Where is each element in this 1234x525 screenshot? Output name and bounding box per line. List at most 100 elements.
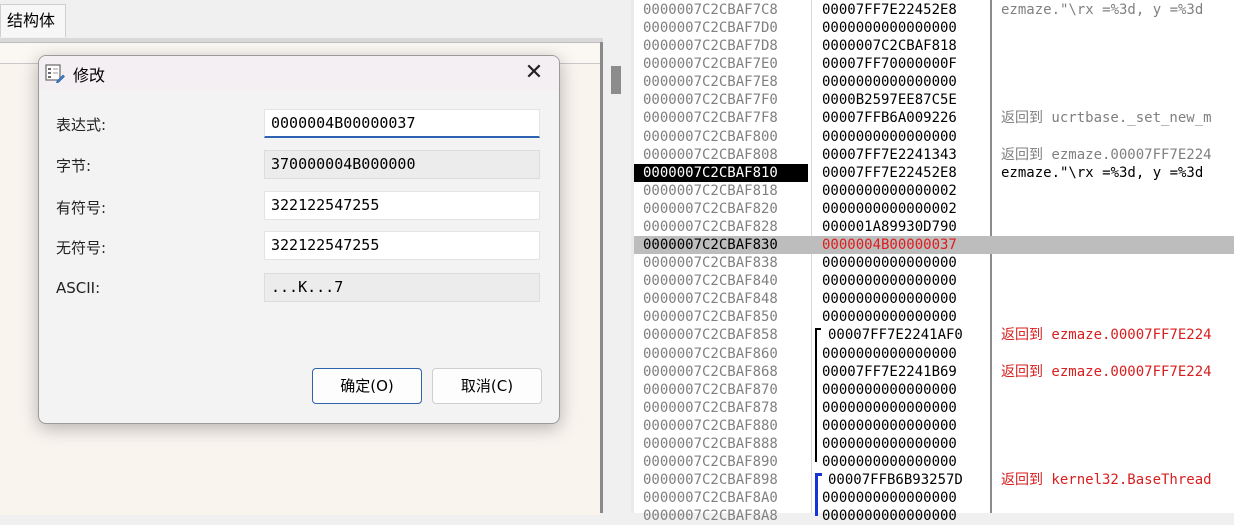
stack-address: 0000007C2CBAF850 <box>643 309 778 326</box>
stack-row[interactable]: 0000007C2CBAF840 0000000000000000 <box>634 272 1234 290</box>
signed-label: 有符号: <box>56 199 107 217</box>
stack-row[interactable]: 0000007C2CBAF830 0000004B00000037 <box>634 236 1234 255</box>
tab-struct[interactable]: 结构体 <box>0 4 67 37</box>
stack-value: 0000000000000000 <box>822 128 957 145</box>
stack-value: 0000000000000002 <box>822 182 957 199</box>
stack-address: 0000007C2CBAF7D0 <box>643 20 778 37</box>
stack-address: 0000007C2CBAF808 <box>643 146 778 163</box>
stack-comment: 返回到 ezmaze.00007FF7E224 <box>1001 363 1212 380</box>
stack-value: 00007FF7E2241AF0 <box>828 327 963 344</box>
stack-comment: 返回到 kernel32.BaseThread <box>1001 472 1212 489</box>
stack-comment: ezmaze."\rx =%3d, y =%3d <box>1001 164 1204 181</box>
stack-row[interactable]: 0000007C2CBAF7E0 00007FF70000000F <box>634 55 1234 73</box>
stack-address: 0000007C2CBAF7C8 <box>643 2 778 18</box>
unsigned-input[interactable]: 322122547255 <box>264 231 540 260</box>
stack-row[interactable]: 0000007C2CBAF7D8 0000007C2CBAF818 <box>634 37 1234 55</box>
stack-address: 0000007C2CBAF7E0 <box>643 56 778 73</box>
stack-row[interactable]: 0000007C2CBAF890 0000000000000000 <box>634 453 1234 471</box>
unsigned-label: 无符号: <box>56 239 107 257</box>
stack-row[interactable]: 0000007C2CBAF898 00007FFB6B93257D 返回到 kern… <box>634 471 1234 489</box>
stack-row[interactable]: 0000007C2CBAF858 00007FF7E2241AF0 返回到 ezma… <box>634 326 1234 344</box>
call-frame-bracket-black <box>815 328 821 462</box>
stack-value: 0000000000000000 <box>822 399 957 416</box>
stack-row[interactable]: 0000007C2CBAF800 0000000000000000 <box>634 128 1234 146</box>
stack-value: 000001A89930D790 <box>822 218 957 235</box>
stack-address: 0000007C2CBAF898 <box>643 472 778 489</box>
stack-address: 0000007C2CBAF7E8 <box>643 74 778 91</box>
stack-row[interactable]: 0000007C2CBAF7F8 00007FFB6A009226 返回到 ucrt… <box>634 109 1234 127</box>
stack-address: 0000007C2CBAF820 <box>643 200 778 217</box>
bytes-field: 370000004B000000 <box>264 150 540 179</box>
stack-comment: ezmaze."\rx =%3d, y =%3d <box>1001 2 1204 18</box>
stack-address: 0000007C2CBAF870 <box>643 381 778 398</box>
stack-row[interactable]: 0000007C2CBAF810 00007FF7E22452E8 ezmaze."… <box>634 163 1234 182</box>
stack-value: 0000000000000000 <box>822 345 957 362</box>
ascii-field: ...K...7 <box>264 273 540 302</box>
cancel-button[interactable]: 取消(C) <box>432 368 542 404</box>
stack-address: 0000007C2CBAF858 <box>643 327 778 344</box>
stack-address: 0000007C2CBAF818 <box>643 182 778 199</box>
stack-row[interactable]: 0000007C2CBAF850 0000000000000000 <box>634 308 1234 326</box>
stack-row[interactable]: 0000007C2CBAF860 0000000000000000 <box>634 345 1234 363</box>
stack-address: 0000007C2CBAF7F8 <box>643 110 778 127</box>
stack-value: 0000000000000000 <box>822 291 957 308</box>
ok-button[interactable]: 确定(O) <box>312 368 422 404</box>
stack-address: 0000007C2CBAF7D8 <box>643 38 778 55</box>
stack-value: 00007FF7E2241B69 <box>822 363 957 380</box>
stack-row[interactable]: 0000007C2CBAF8A8 0000000000000000 <box>634 507 1234 525</box>
expression-label: 表达式: <box>56 116 107 134</box>
stack-value: 0000000000000000 <box>822 74 957 91</box>
close-icon[interactable]: ✕ <box>517 59 551 87</box>
dialog-title: 修改 <box>73 66 106 85</box>
stack-address: 0000007C2CBAF868 <box>643 363 778 380</box>
stack-row[interactable]: 0000007C2CBAF7F0 0000B2597EE87C5E <box>634 91 1234 109</box>
signed-input[interactable]: 322122547255 <box>264 191 540 220</box>
stack-row[interactable]: 0000007C2CBAF7D0 0000000000000000 <box>634 19 1234 37</box>
stack-address: 0000007C2CBAF830 <box>643 237 778 254</box>
stack-row[interactable]: 0000007C2CBAF7E8 0000000000000000 <box>634 73 1234 91</box>
stack-row[interactable]: 0000007C2CBAF818 0000000000000002 <box>634 182 1234 200</box>
stack-row[interactable]: 0000007C2CBAF820 0000000000000002 <box>634 200 1234 218</box>
stack-row[interactable]: 0000007C2CBAF880 0000000000000000 <box>634 417 1234 435</box>
stack-row[interactable]: 0000007C2CBAF868 00007FF7E2241B69 返回到 ezma… <box>634 363 1234 381</box>
stack-value: 00007FFB6A009226 <box>822 110 957 127</box>
stack-row[interactable]: 0000007C2CBAF888 0000000000000000 <box>634 435 1234 453</box>
stack-value: 0000B2597EE87C5E <box>822 92 957 109</box>
stack-value: 0000000000000000 <box>822 490 957 507</box>
stack-address: 0000007C2CBAF838 <box>643 255 778 272</box>
stack-comment: 返回到 ezmaze.00007FF7E224 <box>1001 146 1212 163</box>
stack-comment: 返回到 ucrtbase._set_new_m <box>1001 110 1212 127</box>
stack-scrollbar[interactable] <box>603 0 632 513</box>
stack-value: 00007FF7E22452E8 <box>822 2 957 18</box>
stack-row[interactable]: 0000007C2CBAF8A0 0000000000000000 <box>634 489 1234 507</box>
stack-value: 0000004B00000037 <box>822 237 957 254</box>
stack-value: 00007FFB6B93257D <box>828 472 963 489</box>
stack-panel: 0000007C2CBAF7C8 00007FF7E22452E8 ezmaze."… <box>603 0 1234 524</box>
stack-value: 0000000000000000 <box>822 417 957 434</box>
stack-address: 0000007C2CBAF840 <box>643 273 778 290</box>
dialog-titlebar[interactable]: 修改 ✕ <box>39 56 559 90</box>
edit-form-icon <box>45 64 65 83</box>
stack-row[interactable]: 0000007C2CBAF870 0000000000000000 <box>634 381 1234 399</box>
stack-scroll-thumb[interactable] <box>611 66 621 94</box>
stack-row[interactable]: 0000007C2CBAF878 0000000000000000 <box>634 399 1234 417</box>
stack-row[interactable]: 0000007C2CBAF7C8 00007FF7E22452E8 ezmaze."… <box>634 1 1234 19</box>
stack-value: 0000000000000000 <box>822 435 957 452</box>
stack-value: 0000000000000000 <box>822 381 957 398</box>
expression-input[interactable]: 0000004B00000037 <box>264 109 540 138</box>
stack-value: 0000007C2CBAF818 <box>822 38 957 55</box>
stack-row[interactable]: 0000007C2CBAF838 0000000000000000 <box>634 254 1234 272</box>
stack-address: 0000007C2CBAF7F0 <box>643 92 778 109</box>
stack-value: 0000000000000000 <box>822 309 957 326</box>
stack-row[interactable]: 0000007C2CBAF848 0000000000000000 <box>634 290 1234 308</box>
stack-address: 0000007C2CBAF8A8 <box>643 508 778 525</box>
stack-address: 0000007C2CBAF890 <box>643 454 778 470</box>
stack-row[interactable]: 0000007C2CBAF808 00007FF7E2241343 返回到 ezma… <box>634 146 1234 164</box>
stack-value: 00007FF7E2241343 <box>822 146 957 163</box>
stack-address: 0000007C2CBAF810 <box>634 163 808 182</box>
stack-value: 0000000000000000 <box>822 255 957 272</box>
stack-row[interactable]: 0000007C2CBAF828 000001A89930D790 <box>634 218 1234 236</box>
stack-value: 0000000000000000 <box>822 20 957 37</box>
call-frame-bracket-blue <box>815 473 822 516</box>
ascii-label: ASCII: <box>56 279 101 297</box>
